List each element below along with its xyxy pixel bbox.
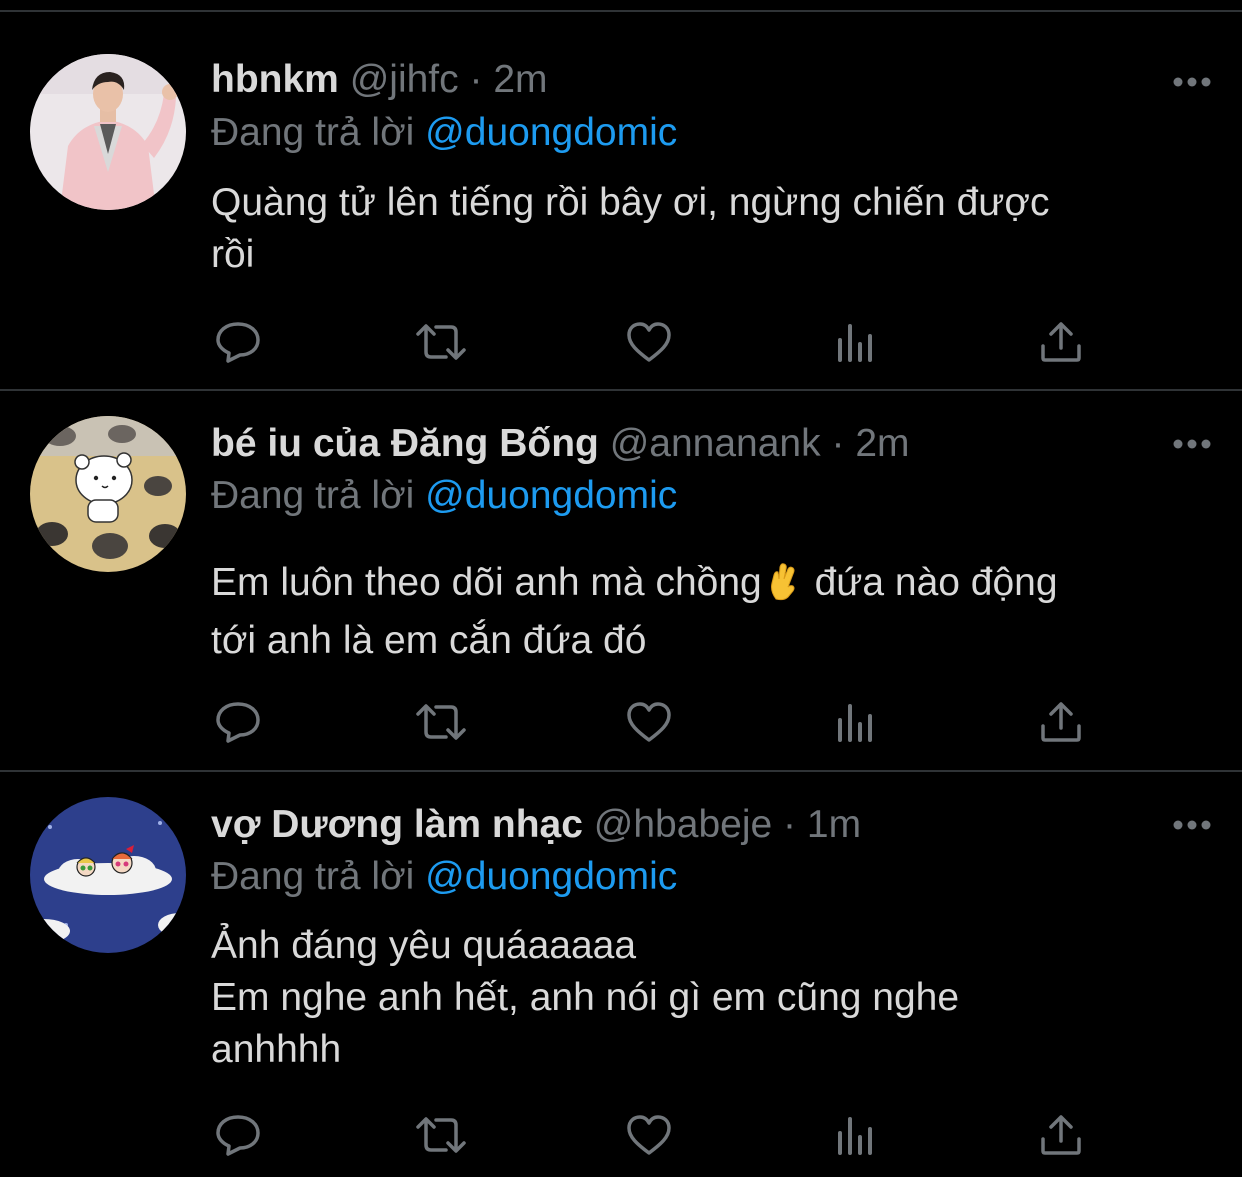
more-horizontal-icon[interactable]	[1172, 75, 1212, 87]
replying-to-handle[interactable]: @duongdomic	[425, 474, 677, 517]
tweet-text-line: Quàng tử lên tiếng rồi bây ơi, ngừng chi…	[211, 181, 1050, 224]
heart-icon[interactable]	[622, 317, 676, 367]
tweet-2[interactable]: bé iu của Đăng Bống @annanank · 2m Đang …	[0, 391, 1242, 772]
action-bar	[211, 1110, 1111, 1160]
views-bar-chart-icon[interactable]	[829, 1110, 883, 1160]
tweet-header: vợ Dương làm nhạc @hbabeje · 1m	[211, 801, 1142, 849]
tweet-text-line: rồi	[211, 233, 255, 276]
replying-to-label: Đang trả lời	[211, 474, 415, 517]
action-bar	[211, 317, 1111, 367]
avatar[interactable]	[30, 797, 186, 953]
display-name[interactable]: hbnkm	[211, 58, 339, 101]
display-name[interactable]: vợ Dương làm nhạc	[211, 803, 583, 846]
tweet-text-line: Em luôn theo dõi anh mà chồng đứa nào độ…	[211, 557, 1201, 615]
separator-dot: ·	[469, 58, 483, 101]
retweet-icon[interactable]	[414, 697, 468, 747]
user-handle[interactable]: @annanank	[610, 422, 821, 465]
user-handle[interactable]: @jihfc	[350, 58, 459, 101]
heart-icon[interactable]	[622, 1110, 676, 1160]
timestamp[interactable]: 1m	[807, 803, 861, 846]
tweet-text-fragment: Em luôn theo dõi anh mà chồng	[211, 561, 762, 604]
tweet-text: Em luôn theo dõi anh mà chồng đứa nào độ…	[211, 557, 1201, 667]
crossed-fingers-emoji-icon	[766, 561, 800, 615]
share-upload-icon[interactable]	[1034, 1110, 1088, 1160]
tweet-1[interactable]: hbnkm @jihfc · 2m Đang trả lời @duongdom…	[0, 12, 1242, 391]
tweet-text-line: tới anh là em cắn đứa đó	[211, 619, 647, 662]
action-bar	[211, 697, 1111, 747]
replying-to-label: Đang trả lời	[211, 111, 415, 154]
timestamp[interactable]: 2m	[493, 58, 547, 101]
tweet-text-line: anhhhh	[211, 1028, 342, 1071]
replying-to-label: Đang trả lời	[211, 855, 415, 898]
timestamp[interactable]: 2m	[855, 422, 909, 465]
tweet-header: hbnkm @jihfc · 2m	[211, 56, 1142, 104]
display-name[interactable]: bé iu của Đăng Bống	[211, 422, 599, 465]
tweet-text: Ảnh đáng yêu quáaaaaa Em nghe anh hết, a…	[211, 920, 1201, 1076]
top-divider	[0, 0, 1242, 12]
heart-icon[interactable]	[622, 697, 676, 747]
tweet-text-line: Em nghe anh hết, anh nói gì em cũng nghe	[211, 976, 960, 1019]
reply-bubble-icon[interactable]	[211, 1110, 265, 1160]
separator-dot: ·	[783, 803, 797, 846]
tweet-text: Quàng tử lên tiếng rồi bây ơi, ngừng chi…	[211, 177, 1201, 281]
avatar[interactable]	[30, 416, 186, 572]
separator-dot: ·	[831, 422, 845, 465]
share-upload-icon[interactable]	[1034, 317, 1088, 367]
reply-bubble-icon[interactable]	[211, 317, 265, 367]
replying-to: Đang trả lời @duongdomic	[211, 472, 677, 520]
retweet-icon[interactable]	[414, 317, 468, 367]
more-horizontal-icon[interactable]	[1172, 818, 1212, 830]
replying-to-handle[interactable]: @duongdomic	[425, 111, 677, 154]
tweet-header: bé iu của Đăng Bống @annanank · 2m	[211, 420, 1142, 468]
views-bar-chart-icon[interactable]	[829, 317, 883, 367]
replying-to-handle[interactable]: @duongdomic	[425, 855, 677, 898]
tweet-text-fragment: đứa nào động	[814, 561, 1058, 604]
tweet-3[interactable]: vợ Dương làm nhạc @hbabeje · 1m Đang trả…	[0, 772, 1242, 1177]
views-bar-chart-icon[interactable]	[829, 697, 883, 747]
user-handle[interactable]: @hbabeje	[594, 803, 772, 846]
retweet-icon[interactable]	[414, 1110, 468, 1160]
reply-bubble-icon[interactable]	[211, 697, 265, 747]
share-upload-icon[interactable]	[1034, 697, 1088, 747]
replying-to: Đang trả lời @duongdomic	[211, 109, 677, 157]
more-horizontal-icon[interactable]	[1172, 437, 1212, 449]
replying-to: Đang trả lời @duongdomic	[211, 853, 677, 901]
avatar[interactable]	[30, 54, 186, 210]
tweet-text-line: Ảnh đáng yêu quáaaaaa	[211, 924, 637, 967]
